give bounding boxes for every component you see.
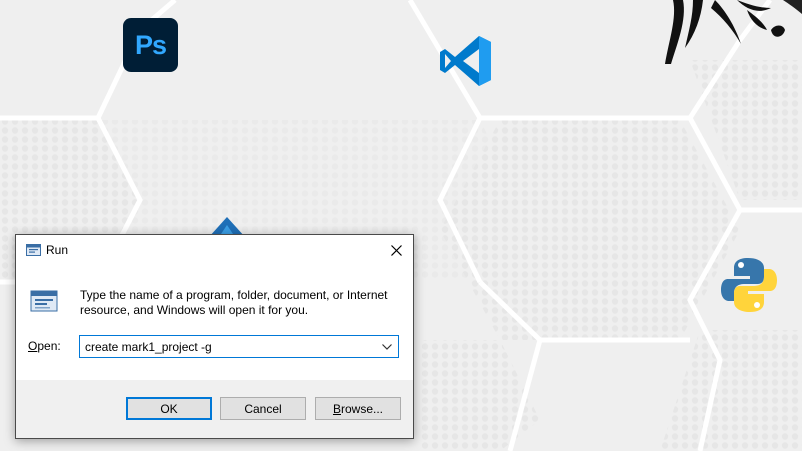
dialog-title: Run <box>46 243 69 257</box>
open-label: Open: <box>28 339 61 353</box>
black-brush-artwork <box>665 0 802 64</box>
run-program-icon <box>30 290 58 312</box>
close-button[interactable] <box>379 235 413 266</box>
dialog-description: Type the name of a program, folder, docu… <box>80 288 388 317</box>
vscode-icon[interactable] <box>437 34 495 88</box>
open-label-text: pen: <box>37 339 61 353</box>
dialog-titlebar[interactable]: Run <box>16 235 413 266</box>
run-dialog: Run Type the name of a program, folder, … <box>15 234 414 439</box>
open-input[interactable] <box>80 336 375 357</box>
browse-accelerator: B <box>332 401 341 416</box>
ok-button[interactable]: OK <box>126 397 212 420</box>
photoshop-icon-text: Ps <box>134 29 167 60</box>
dialog-content: Type the name of a program, folder, docu… <box>16 266 413 380</box>
chevron-down-icon <box>382 343 392 350</box>
cancel-button[interactable]: Cancel <box>220 397 306 420</box>
open-label-accelerator: O <box>28 339 38 353</box>
python-icon[interactable] <box>720 256 778 314</box>
open-combobox[interactable] <box>79 335 399 358</box>
photoshop-icon[interactable]: Ps <box>123 18 178 72</box>
close-icon <box>390 245 402 256</box>
browse-button[interactable]: Browse... <box>315 397 401 420</box>
run-app-icon <box>26 244 41 256</box>
browse-label: rowse... <box>341 401 384 416</box>
combobox-dropdown-button[interactable] <box>376 336 398 357</box>
dialog-button-bar: OK Cancel Browse... <box>16 380 413 438</box>
